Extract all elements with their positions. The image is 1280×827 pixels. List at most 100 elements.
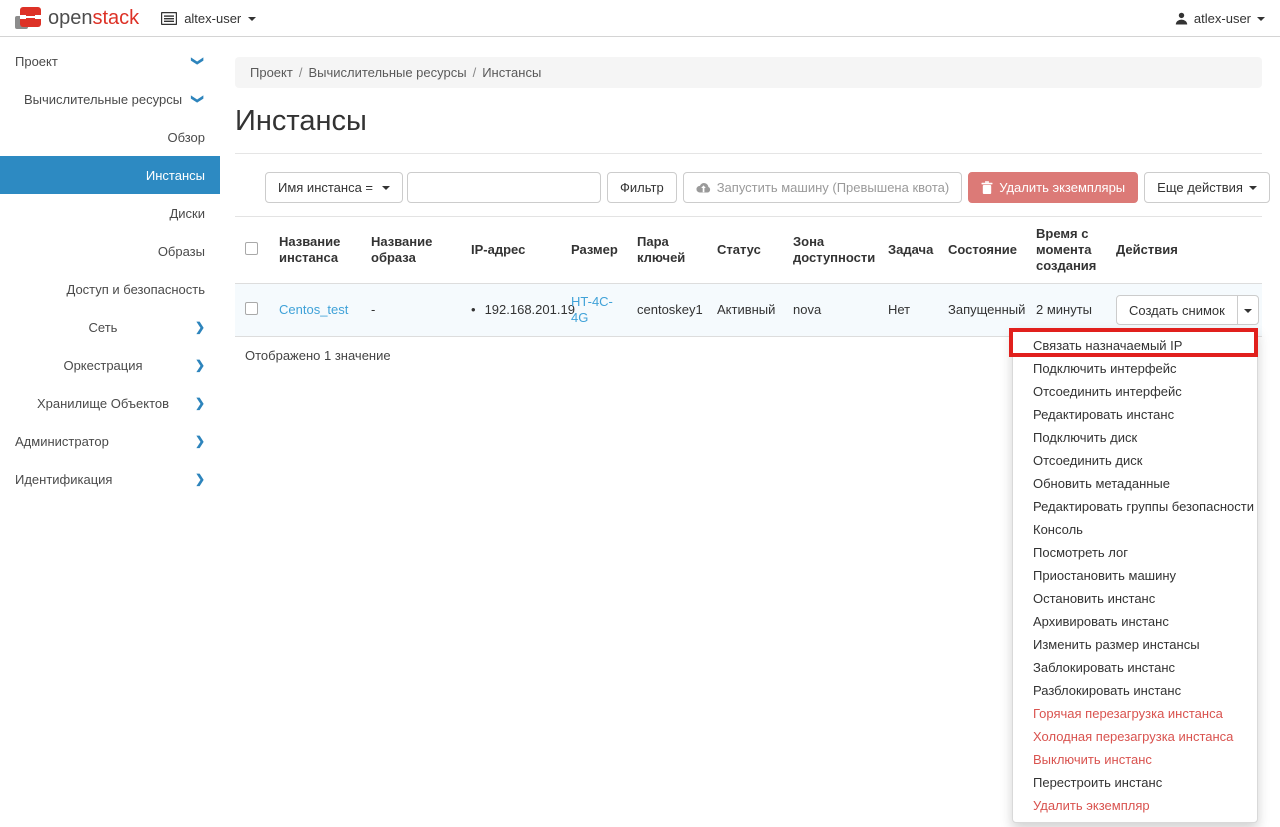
sidebar-item-overview[interactable]: Обзор bbox=[0, 118, 220, 156]
sidebar-item-volumes[interactable]: Диски bbox=[0, 194, 220, 232]
create-snapshot-button[interactable]: Создать снимок bbox=[1116, 295, 1238, 325]
row-checkbox[interactable] bbox=[245, 302, 258, 315]
menu-item-shelve-instance[interactable]: Архивировать инстанс bbox=[1013, 610, 1257, 633]
select-all-checkbox[interactable] bbox=[245, 242, 258, 255]
menu-item-stop-instance[interactable]: Остановить инстанс bbox=[1013, 587, 1257, 610]
instance-name-link[interactable]: Centos_test bbox=[279, 302, 348, 317]
project-list-icon bbox=[161, 12, 177, 25]
sidebar-item-object-store[interactable]: Хранилище Объектов❯ bbox=[0, 384, 220, 422]
sidebar-item-orchestration[interactable]: Оркестрация❯ bbox=[0, 346, 220, 384]
menu-item-lock-instance[interactable]: Заблокировать инстанс bbox=[1013, 656, 1257, 679]
chevron-down-icon bbox=[1257, 17, 1265, 21]
chevron-down-icon bbox=[1244, 309, 1252, 313]
filter-field-select[interactable]: Имя инстанса = bbox=[265, 172, 403, 203]
more-actions-button[interactable]: Еще действия bbox=[1144, 172, 1270, 203]
flavor-link[interactable]: HT-4C-4G bbox=[571, 294, 617, 326]
menu-item-resize-instance[interactable]: Изменить размер инстансы bbox=[1013, 633, 1257, 656]
filter-button[interactable]: Фильтр bbox=[607, 172, 677, 203]
delete-instances-button[interactable]: Удалить экземпляры bbox=[968, 172, 1138, 203]
column-header: Название инстанса bbox=[269, 217, 361, 284]
chevron-down-icon bbox=[1249, 186, 1257, 190]
sidebar-item-label: Диски bbox=[15, 206, 205, 221]
sidebar-item-compute[interactable]: Вычислительные ресурсы❯ bbox=[0, 80, 220, 118]
sidebar-item-label: Хранилище Объектов bbox=[15, 396, 191, 411]
chevron-down-icon: ❯ bbox=[192, 54, 204, 68]
user-icon bbox=[1175, 12, 1188, 25]
filter-field-label: Имя инстанса = bbox=[278, 180, 373, 195]
row-actions: Создать снимок bbox=[1116, 295, 1252, 325]
cloud-upload-icon bbox=[696, 182, 711, 193]
sidebar-item-label: Образы bbox=[15, 244, 205, 259]
menu-item-update-metadata[interactable]: Обновить метаданные bbox=[1013, 472, 1257, 495]
status-cell: Активный bbox=[707, 284, 783, 337]
chevron-right-icon: ❯ bbox=[191, 397, 205, 409]
menu-item-detach-volume[interactable]: Отсоединить диск bbox=[1013, 449, 1257, 472]
delete-instances-label: Удалить экземпляры bbox=[999, 180, 1125, 195]
menu-item-detach-interface[interactable]: Отсоединить интерфейс bbox=[1013, 380, 1257, 403]
sidebar-item-admin[interactable]: Администратор❯ bbox=[0, 422, 220, 460]
sidebar-item-project[interactable]: Проект❯ bbox=[0, 42, 220, 80]
breadcrumb: Проект / Вычислительные ресурсы / Инстансы bbox=[235, 57, 1262, 88]
menu-item-hard-reboot-instance[interactable]: Холодная перезагрузка инстанса bbox=[1013, 725, 1257, 748]
sidebar-item-label: Вычислительные ресурсы bbox=[15, 92, 191, 107]
column-header: Состояние bbox=[938, 217, 1026, 284]
menu-item-edit-security-groups[interactable]: Редактировать группы безопасности bbox=[1013, 495, 1257, 518]
zone-cell: nova bbox=[783, 284, 878, 337]
top-navbar: openstack altex-user atlex-user bbox=[0, 0, 1280, 37]
openstack-logo[interactable]: openstack bbox=[15, 7, 139, 30]
sidebar-item-label: Обзор bbox=[15, 130, 205, 145]
menu-item-associate-floating-ip[interactable]: Связать назначаемый IP bbox=[1013, 334, 1257, 357]
keypair-cell: centoskey1 bbox=[627, 284, 707, 337]
openstack-logo-icon bbox=[15, 7, 41, 29]
menu-item-view-log[interactable]: Посмотреть лог bbox=[1013, 541, 1257, 564]
sidebar-item-label: Проект bbox=[15, 54, 191, 69]
table-header: Название инстансаНазвание образаIP-адрес… bbox=[235, 217, 1262, 284]
menu-item-soft-reboot-instance[interactable]: Горячая перезагрузка инстанса bbox=[1013, 702, 1257, 725]
sidebar-item-identity[interactable]: Идентификация❯ bbox=[0, 460, 220, 498]
column-header: IP-адрес bbox=[461, 217, 561, 284]
menu-item-rebuild-instance[interactable]: Перестроить инстанс bbox=[1013, 771, 1257, 794]
chevron-down-icon: ❯ bbox=[192, 92, 204, 106]
brand-wordmark: openstack bbox=[48, 7, 139, 30]
sidebar-item-label: Администратор bbox=[15, 434, 191, 449]
sidebar-item-label: Инстансы bbox=[15, 168, 205, 183]
column-header: Зона доступности bbox=[783, 217, 878, 284]
breadcrumb-separator: / bbox=[299, 65, 303, 80]
menu-item-delete-instance[interactable]: Удалить экземпляр bbox=[1013, 794, 1257, 817]
sidebar-item-access-security[interactable]: Доступ и безопасность bbox=[0, 270, 220, 308]
chevron-down-icon bbox=[382, 186, 390, 190]
filter-input[interactable] bbox=[407, 172, 601, 203]
sidebar-item-images[interactable]: Образы bbox=[0, 232, 220, 270]
breadcrumb-item: Инстансы bbox=[482, 65, 541, 80]
menu-item-console[interactable]: Консоль bbox=[1013, 518, 1257, 541]
sidebar-item-network[interactable]: Сеть❯ bbox=[0, 308, 220, 346]
menu-item-attach-interface[interactable]: Подключить интерфейс bbox=[1013, 357, 1257, 380]
user-menu-label: atlex-user bbox=[1194, 11, 1251, 26]
menu-item-edit-instance[interactable]: Редактировать инстанс bbox=[1013, 403, 1257, 426]
user-menu[interactable]: atlex-user bbox=[1175, 11, 1265, 26]
chevron-right-icon: ❯ bbox=[191, 359, 205, 371]
page-title: Инстансы bbox=[235, 105, 1262, 138]
task-cell: Нет bbox=[878, 284, 938, 337]
breadcrumb-item[interactable]: Проект bbox=[250, 65, 293, 80]
breadcrumb-item[interactable]: Вычислительные ресурсы bbox=[308, 65, 466, 80]
sidebar-item-instances[interactable]: Инстансы bbox=[0, 156, 220, 194]
breadcrumb-separator: / bbox=[473, 65, 477, 80]
menu-item-suspend-instance[interactable]: Приостановить машину bbox=[1013, 564, 1257, 587]
main-content: Проект / Вычислительные ресурсы / Инстансы И… bbox=[220, 37, 1280, 374]
project-selector[interactable]: altex-user bbox=[161, 11, 256, 26]
menu-item-unlock-instance[interactable]: Разблокировать инстанс bbox=[1013, 679, 1257, 702]
chevron-right-icon: ❯ bbox=[191, 321, 205, 333]
launch-instance-button[interactable]: Запустить машину (Превышена квота) bbox=[683, 172, 963, 203]
sidebar-item-label: Идентификация bbox=[15, 472, 191, 487]
sidebar-item-label: Доступ и безопасность bbox=[15, 282, 205, 297]
menu-item-attach-volume[interactable]: Подключить диск bbox=[1013, 426, 1257, 449]
menu-item-shut-off-instance[interactable]: Выключить инстанс bbox=[1013, 748, 1257, 771]
project-selector-label: altex-user bbox=[184, 11, 241, 26]
ip-address: 192.168.201.19 bbox=[485, 302, 575, 317]
column-header: Время с момента создания bbox=[1026, 217, 1106, 284]
row-actions-toggle[interactable] bbox=[1237, 295, 1259, 325]
sidebar-item-label: Оркестрация bbox=[15, 358, 191, 373]
image-name-cell: - bbox=[361, 284, 461, 337]
column-header: Размер bbox=[561, 217, 627, 284]
